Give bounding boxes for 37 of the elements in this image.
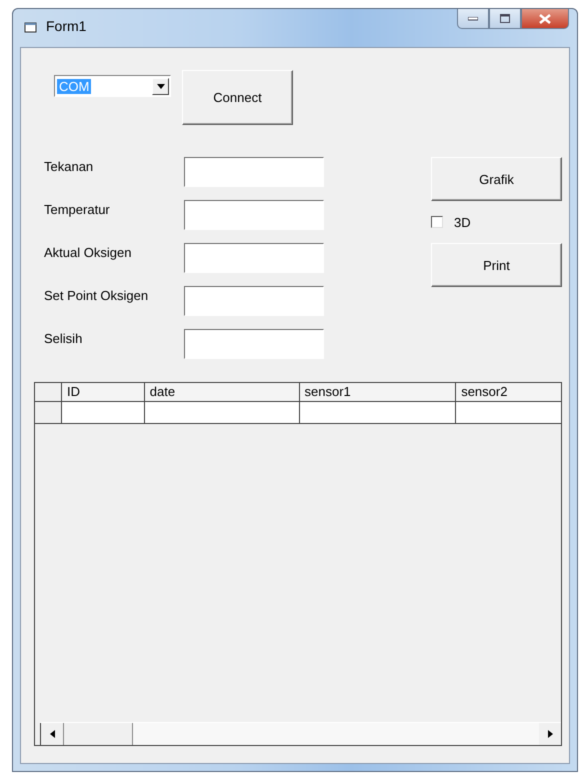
minimize-icon [468,16,478,20]
scroll-left-icon [50,730,54,738]
window-title: Form1 [46,18,86,34]
field-label: Selisih [44,331,84,346]
close-icon [539,14,551,24]
table-cell[interactable] [300,402,456,423]
text-field[interactable] [184,243,324,273]
print-button[interactable]: Print [431,243,562,287]
dropdown-arrow-icon [156,84,164,88]
text-field[interactable] [184,286,324,316]
text-field[interactable] [184,200,324,230]
column-header[interactable]: ID [62,383,145,401]
scroll-right-icon [548,730,552,738]
field-label: Aktual Oksigen [44,245,132,260]
column-header[interactable]: sensor1 [300,383,456,401]
maximize-button[interactable] [489,9,521,29]
close-button[interactable] [521,9,569,29]
form-icon [24,21,38,33]
data-grid[interactable]: ID date sensor1 sensor2 [34,382,562,746]
scroll-thumb[interactable] [63,723,133,745]
connect-button[interactable]: Connect [182,70,293,125]
field-label: Temperatur [44,202,111,217]
field-label: Set Point Oksigen [44,288,150,303]
table-cell[interactable] [62,402,145,423]
text-field[interactable] [184,157,324,187]
checkbox-label: 3D [454,214,471,230]
text-field[interactable] [184,329,324,359]
minimize-button[interactable] [457,9,489,29]
maximize-icon [500,14,510,23]
horizontal-scrollbar[interactable] [40,722,561,745]
table-cell[interactable] [456,402,561,423]
checkbox[interactable] [431,216,443,228]
graph-button[interactable]: Grafik [431,157,562,201]
column-header[interactable]: sensor2 [456,383,561,401]
field-label: Tekanan [44,159,94,174]
table-cell[interactable] [144,402,300,423]
column-header[interactable]: date [144,383,300,401]
